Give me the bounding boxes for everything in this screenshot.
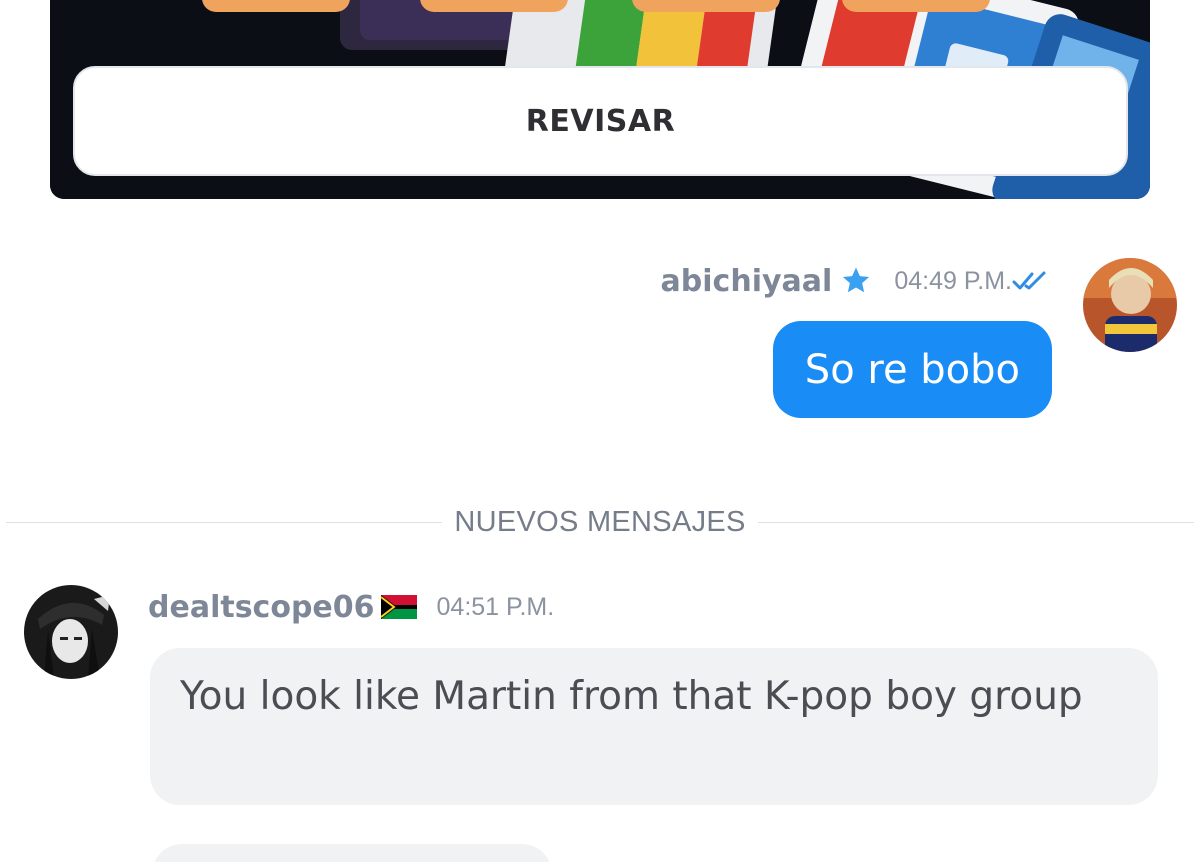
game-card: REVISAR xyxy=(50,0,1150,199)
incoming-message-bubble-partial[interactable] xyxy=(152,844,552,862)
game-tile xyxy=(632,0,780,12)
incoming-message-header: dealtscope06 04:51 P.M. xyxy=(148,586,554,628)
game-tile xyxy=(420,0,568,12)
new-messages-divider: NUEVOS MENSAJES xyxy=(6,500,1194,544)
review-button[interactable]: REVISAR xyxy=(73,66,1128,176)
star-icon xyxy=(843,267,870,293)
divider-label: NUEVOS MENSAJES xyxy=(454,505,746,538)
message-timestamp: 04:49 P.M. xyxy=(894,266,1012,295)
divider-line xyxy=(6,521,443,523)
incoming-message-bubble[interactable]: You look like Martin from that K-pop boy… xyxy=(150,648,1158,805)
avatar[interactable] xyxy=(24,585,118,679)
game-tile xyxy=(842,0,990,12)
message-timestamp: 04:51 P.M. xyxy=(436,592,555,621)
outgoing-message-header: abichiyaal 04:49 P.M. xyxy=(661,260,1054,302)
sender-username[interactable]: dealtscope06 xyxy=(148,590,375,625)
avatar[interactable] xyxy=(1083,258,1177,352)
game-tile xyxy=(202,0,350,12)
chat-screen: REVISAR abichiyaal 04:49 P.M. So re bobo… xyxy=(0,0,1200,862)
divider-line xyxy=(757,521,1194,523)
sender-username[interactable]: abichiyaal xyxy=(661,264,833,299)
outgoing-message-bubble[interactable]: So re bobo xyxy=(772,321,1052,418)
vanuatu-flag-icon xyxy=(380,595,417,619)
double-check-icon xyxy=(1012,271,1046,290)
